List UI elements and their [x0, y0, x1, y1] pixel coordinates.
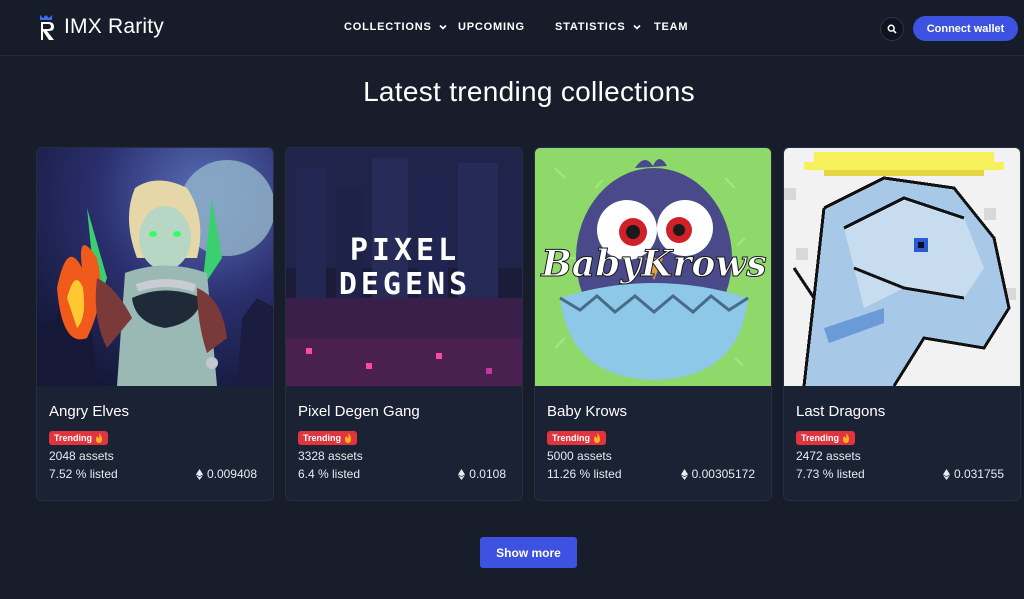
nav-collections[interactable]: COLLECTIONS — [344, 21, 448, 33]
collection-card-baby-krows[interactable]: BabyKrows Baby Krows Trending 5000 asset… — [534, 147, 772, 501]
collection-image[interactable] — [784, 148, 1020, 386]
search-icon — [887, 24, 897, 34]
brand-logo[interactable]: IMX Rarity — [38, 13, 164, 41]
fire-icon — [96, 433, 102, 443]
floor-price: 0.031755 — [942, 467, 1004, 481]
show-more-button[interactable]: Show more — [480, 537, 577, 568]
trending-badge: Trending — [796, 431, 855, 445]
trending-badge-label: Trending — [54, 433, 92, 443]
floor-price: 0.00305172 — [680, 467, 755, 481]
chevron-down-icon — [632, 24, 641, 30]
nav-team-label: TEAM — [654, 21, 689, 33]
collection-name[interactable]: Angry Elves — [49, 403, 129, 420]
asset-count: 3328 assets — [298, 449, 363, 463]
nav-upcoming[interactable]: UPCOMING — [458, 21, 525, 33]
listed-percentage: 11.26 % listed — [547, 467, 622, 481]
floor-price-value: 0.0108 — [469, 467, 506, 481]
floor-price: 0.0108 — [458, 467, 506, 481]
pixel-degens-title-line1: PIXEL — [350, 233, 460, 268]
nav-collections-label: COLLECTIONS — [344, 21, 432, 33]
asset-count: 5000 assets — [547, 449, 612, 463]
floor-price-value: 0.009408 — [206, 467, 257, 481]
connect-wallet-button[interactable]: Connect wallet — [913, 16, 1018, 41]
fire-icon — [843, 433, 849, 443]
floor-price-value: 0.031755 — [953, 467, 1004, 481]
ethereum-icon — [458, 468, 466, 480]
collection-card-angry-elves[interactable]: Angry Elves Trending 2048 assets 7.52 % … — [36, 147, 274, 501]
ethereum-icon — [195, 468, 203, 480]
ethereum-icon — [942, 468, 950, 480]
floor-price-value: 0.00305172 — [691, 467, 755, 481]
collection-image[interactable] — [37, 148, 273, 386]
fire-icon — [594, 433, 600, 443]
listed-percentage: 7.52 % listed — [49, 467, 118, 481]
collection-card-pixel-degen-gang[interactable]: PIXEL DEGENS Pixel Degen Gang Trending 3… — [285, 147, 523, 501]
trending-badge: Trending — [547, 431, 606, 445]
collection-name[interactable]: Baby Krows — [547, 403, 627, 420]
asset-count: 2048 assets — [49, 449, 114, 463]
collection-image[interactable]: PIXEL DEGENS — [286, 148, 522, 386]
floor-price: 0.009408 — [195, 467, 257, 481]
trending-badge: Trending — [49, 431, 108, 445]
listed-percentage: 7.73 % listed — [796, 467, 865, 481]
search-button[interactable] — [880, 17, 904, 41]
asset-count: 2472 assets — [796, 449, 861, 463]
baby-krows-logo-text: BabyKrows — [540, 243, 766, 285]
trending-badge: Trending — [298, 431, 357, 445]
listed-percentage: 6.4 % listed — [298, 467, 361, 481]
collection-name[interactable]: Pixel Degen Gang — [298, 403, 420, 420]
trending-badge-label: Trending — [801, 433, 839, 443]
logo-icon — [40, 15, 54, 40]
pixel-degens-title-line2: DEGENS — [339, 267, 471, 302]
nav-statistics-label: STATISTICS — [555, 21, 626, 33]
nav-statistics[interactable]: STATISTICS — [555, 21, 642, 33]
trending-badge-label: Trending — [303, 433, 341, 443]
brand-name: IMX Rarity — [64, 15, 165, 38]
page-title: Latest trending collections — [363, 76, 695, 107]
collection-card-last-dragons[interactable]: Last Dragons Trending 2472 assets 7.73 %… — [783, 147, 1021, 501]
collection-image[interactable]: BabyKrows — [535, 148, 771, 386]
fire-icon — [345, 433, 351, 443]
top-navbar: IMX Rarity COLLECTIONS UPCOMING STATISTI… — [0, 0, 1024, 56]
nav-team[interactable]: TEAM — [654, 21, 688, 33]
nav-upcoming-label: UPCOMING — [458, 21, 525, 33]
ethereum-icon — [680, 468, 688, 480]
collection-name[interactable]: Last Dragons — [796, 403, 885, 420]
chevron-down-icon — [439, 24, 447, 30]
trending-badge-label: Trending — [552, 433, 590, 443]
